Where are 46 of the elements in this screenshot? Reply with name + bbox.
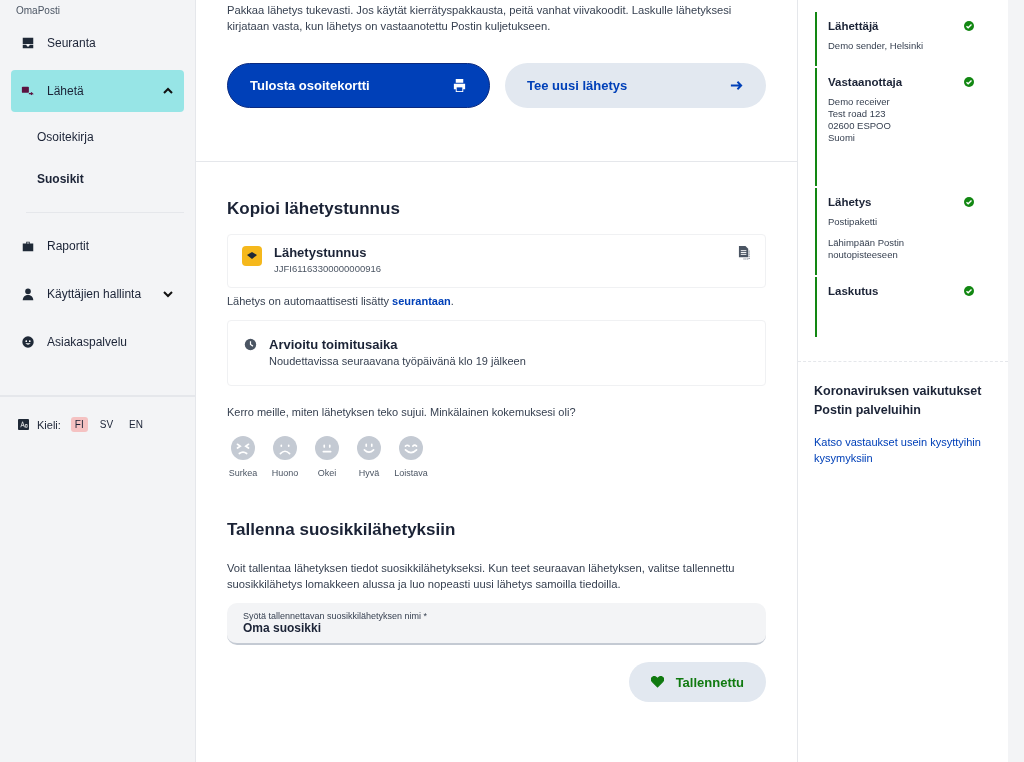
sidebar-item[interactable]: Käyttäjien hallinta <box>11 273 184 315</box>
tracking-link[interactable]: seurantaan <box>392 295 451 307</box>
info-heading: Koronaviruksen vaikutukset Postin palveluihin <box>814 383 983 419</box>
submenu-item[interactable]: Osoitekirja <box>26 116 184 158</box>
language-option[interactable]: SV <box>95 417 118 432</box>
new-shipment-button[interactable]: Tee uusi lähetys <box>505 63 766 108</box>
sidebar-item[interactable]: Seuranta <box>11 22 184 64</box>
tracking-note: Lähetys on automaattisesti lisätty seurantaan. <box>227 295 455 307</box>
step-title: Laskutus <box>828 285 879 297</box>
step-detail: Demo sender, Helsinki <box>828 40 925 52</box>
step-detail: Test road 123 <box>828 108 887 120</box>
sidebar-item[interactable]: Asiakaspalvelu <box>11 321 184 363</box>
sidebar-item[interactable]: Lähetä <box>11 70 184 112</box>
field-label: Syötä tallennettavan suosikkilähetyksen nimi * <box>243 611 429 621</box>
language-option[interactable]: FI <box>70 417 88 432</box>
step-detail: Suomi <box>828 132 856 144</box>
step-title: Vastaanottaja <box>828 76 903 88</box>
tracking-label: Lähetystunnus <box>274 245 368 260</box>
language-option[interactable]: EN <box>125 417 147 432</box>
language-label: Kieli: <box>37 418 61 431</box>
faq-link[interactable]: Katso vastaukset usein kysyttyihin kysymyksiin <box>814 434 992 466</box>
step-detail: 02600 ESPOO <box>828 120 892 132</box>
rating-option[interactable]: Okei <box>313 436 341 478</box>
save-button[interactable]: Tallennettu <box>628 662 766 702</box>
step-title: Lähettäjä <box>828 20 879 32</box>
rating-option[interactable]: Surkea <box>229 436 257 478</box>
section-heading: Tallenna suosikkilähetyksiin <box>227 520 457 540</box>
favorite-name-field[interactable]: Syötä tallennettavan suosikkilähetyksen nimi * Oma suosikki <box>227 603 766 645</box>
delivery-text: Noudettavissa seuraavana työpäivänä klo 19 jälkeen <box>269 355 527 367</box>
sidebar-item[interactable]: Raportit <box>11 225 184 267</box>
step-detail: Lähimpään Postin noutopisteeseen <box>828 237 906 261</box>
feedback-question: Kerro meille, miten lähetyksen teko sujui. Minkälainen kokemuksesi oli? <box>227 406 577 418</box>
step-title: Lähetys <box>828 196 872 208</box>
rating-option[interactable]: Huono <box>271 436 299 478</box>
submenu-item[interactable]: Suosikit <box>26 158 184 200</box>
print-button[interactable]: Tulosta osoitekortti <box>227 63 490 108</box>
field-value[interactable]: Oma suosikki <box>243 621 750 635</box>
section-heading: Kopioi lähetystunnus <box>227 199 401 219</box>
favorite-text: Voit tallentaa lähetyksen tiedot suosikkilähetykseksi. Kun teet seuraavan lähetyksen, valitse tallennettu suosikkilähetys lomakkeen alussa ja luo nopeasti uusi lähetys samoilla tiedoilla. <box>227 561 736 592</box>
step-detail: Postipaketti <box>828 216 879 228</box>
intro-text: Pakkaa lähetys tukevasti. Jos käytät kierrätyspakkausta, peitä vanhat viivakoodit. Laskulle lähetyksesi kirjataan vasta, kun lähetys on vastaanotettu Postin kuljetukseen. <box>227 3 733 34</box>
rating-option[interactable]: Hyvä <box>355 436 383 478</box>
tracking-code: JJFI61163300000000916 <box>274 263 383 274</box>
step-detail: Demo receiver <box>828 96 891 108</box>
brand-label: OmaPosti <box>15 4 61 16</box>
delivery-title: Arvioitu toimitusaika <box>269 337 399 352</box>
